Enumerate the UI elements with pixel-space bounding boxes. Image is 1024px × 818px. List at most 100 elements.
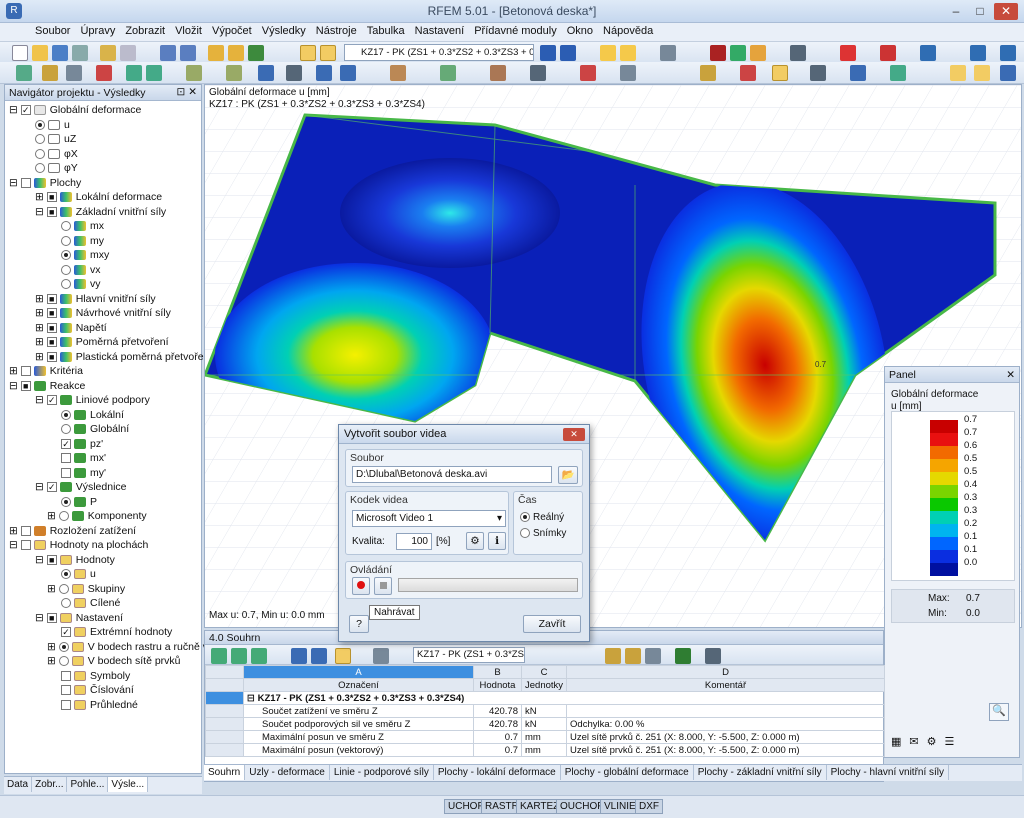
- tree-hodnoty-na-plochach[interactable]: ⊟ Hodnoty na plochách: [9, 538, 148, 553]
- window-icon[interactable]: [970, 45, 986, 61]
- tree-my-react[interactable]: my': [61, 466, 106, 481]
- tree-v-bodech-site[interactable]: ⊞ V bodech sítě prvků: [47, 654, 181, 669]
- tab-linie-podporove-sily[interactable]: Linie - podporové síly: [330, 765, 434, 780]
- show-values-icon[interactable]: [620, 45, 636, 61]
- next-icon[interactable]: [560, 45, 576, 61]
- tree-v-bodech-rastru[interactable]: ⊞ V bodech rastru a ručně vy: [47, 640, 213, 655]
- tree-symboly[interactable]: Symboly: [61, 669, 130, 684]
- point-icon[interactable]: [66, 65, 82, 81]
- tree-p[interactable]: P: [61, 495, 97, 510]
- radio-realny[interactable]: Reálný: [520, 512, 564, 523]
- new-icon[interactable]: [12, 45, 28, 61]
- support-icon[interactable]: [730, 45, 746, 61]
- menu-nastaveni[interactable]: Nastavení: [410, 23, 470, 39]
- tree-skupiny[interactable]: ⊞ Skupiny: [47, 582, 125, 597]
- tab-plochy-lokalni[interactable]: Plochy - lokální deformace: [434, 765, 561, 780]
- grid-icon[interactable]: [710, 45, 726, 61]
- dimension-icon[interactable]: [96, 65, 112, 81]
- table-first-icon[interactable]: [231, 648, 247, 664]
- menu-vysledky[interactable]: Výsledky: [257, 23, 311, 39]
- close-button[interactable]: Zavřít: [523, 615, 581, 633]
- save-icon[interactable]: [52, 45, 68, 61]
- tree-hlavni-vnitrni-sily[interactable]: ⊞ ■ Hlavní vnitřní síly: [35, 292, 156, 307]
- tree-plasticka-pretvoreni[interactable]: ⊞ ■ Plastická poměrná přetvoření: [35, 350, 212, 365]
- stop-button[interactable]: [374, 577, 392, 595]
- codec-select[interactable]: Microsoft Video 1 ▾: [352, 510, 506, 527]
- tree-pruhledne[interactable]: Průhledné: [61, 698, 138, 713]
- close-icon[interactable]: ✕: [994, 3, 1018, 20]
- tree-napeti[interactable]: ⊞ ■ Napětí: [35, 321, 107, 336]
- group-row[interactable]: ⊟ KZ17 - PK (ZS1 + 0.3*ZS2 + 0.3*ZS3 + 0…: [243, 691, 885, 705]
- tree-u[interactable]: u: [35, 118, 70, 133]
- radio-snimky[interactable]: Snímky: [520, 528, 566, 539]
- error-icon[interactable]: [580, 65, 596, 81]
- panel-close-icon[interactable]: ✕: [1006, 369, 1015, 381]
- record-button[interactable]: [352, 577, 370, 595]
- tree-globalni[interactable]: Globální: [61, 422, 129, 437]
- pin-icon[interactable]: ⊡ ✕: [176, 86, 197, 98]
- print-icon[interactable]: [72, 45, 88, 61]
- col-d[interactable]: D: [566, 665, 885, 679]
- rotate-icon[interactable]: [316, 65, 332, 81]
- cut-icon[interactable]: [100, 45, 116, 61]
- table-select-icon[interactable]: [605, 648, 621, 664]
- delete-icon[interactable]: [840, 45, 856, 61]
- menu-tabulka[interactable]: Tabulka: [362, 23, 410, 39]
- tree-reakce[interactable]: ⊟ ■ Reakce: [9, 379, 85, 394]
- layout-icon[interactable]: [1000, 65, 1016, 81]
- col-c[interactable]: C: [520, 665, 568, 679]
- results-icon[interactable]: [228, 45, 244, 61]
- loadcase-select[interactable]: KZ17 - PK (ZS1 + 0.3*ZS2 + 0.3*ZS3 + 0.: [344, 44, 534, 61]
- quality-input[interactable]: 100: [396, 533, 432, 550]
- results-loadcase-select[interactable]: KZ17 - PK (ZS1 + 0.3*ZS ▾: [413, 647, 525, 663]
- surface-icon[interactable]: [258, 65, 274, 81]
- help-icon[interactable]: ?: [349, 615, 369, 633]
- copy-move-icon[interactable]: [226, 65, 242, 81]
- tab-vysledky[interactable]: Výsle...: [108, 777, 149, 792]
- panel-zoom-icon[interactable]: 🔍: [989, 703, 1009, 721]
- tab-plochy-hlavni[interactable]: Plochy - hlavní vnitřní síly: [827, 765, 950, 780]
- table-cols-icon[interactable]: [373, 648, 389, 664]
- info-icon[interactable]: ℹ: [488, 532, 506, 550]
- tree-plochy[interactable]: ⊟ Plochy: [9, 176, 81, 191]
- tab-plochy-globalni[interactable]: Plochy - globální deformace: [561, 765, 694, 780]
- table-view-icon[interactable]: [645, 648, 661, 664]
- tree-kriteria[interactable]: ⊞ Kritéria: [9, 364, 83, 379]
- tree-phiy[interactable]: φY: [35, 161, 78, 176]
- node-icon[interactable]: [790, 45, 806, 61]
- table-print-icon[interactable]: [705, 648, 721, 664]
- lock-icon[interactable]: [950, 65, 966, 81]
- col-a[interactable]: A: [243, 665, 474, 679]
- tab-zobrazeni[interactable]: Zobr...: [32, 777, 68, 792]
- show-results-icon[interactable]: [600, 45, 616, 61]
- tab-plochy-zakladni[interactable]: Plochy - základní vnitřní síly: [694, 765, 827, 780]
- filter-icon[interactable]: [440, 65, 456, 81]
- check-icon[interactable]: [248, 45, 264, 61]
- measure-icon[interactable]: [530, 65, 546, 81]
- copy-icon[interactable]: [120, 45, 136, 61]
- block-icon[interactable]: [620, 65, 636, 81]
- settings-icon[interactable]: [974, 65, 990, 81]
- col-b[interactable]: B: [473, 665, 522, 679]
- codec-settings-icon[interactable]: ⚙: [466, 532, 484, 550]
- fullscreen-icon[interactable]: [1000, 45, 1016, 61]
- tree-mx[interactable]: mx: [61, 219, 104, 234]
- tree-navrhove-vnitrni-sily[interactable]: ⊞ ■ Návrhové vnitřní síly: [35, 306, 171, 321]
- table-icon[interactable]: [490, 65, 506, 81]
- tree-nastaveni[interactable]: ⊟ ■ Nastavení: [35, 611, 123, 626]
- tree-globalni-deformace[interactable]: ⊟ ✓ Globální deformace: [9, 103, 141, 118]
- view-toggle-icon[interactable]: [300, 45, 316, 61]
- table-next-icon[interactable]: [311, 648, 327, 664]
- tab-data[interactable]: Data: [4, 777, 33, 792]
- axes-icon[interactable]: [890, 65, 906, 81]
- menu-nastroje[interactable]: Nástroje: [311, 23, 362, 39]
- excel-icon[interactable]: [675, 648, 691, 664]
- menu-soubor[interactable]: Soubor: [30, 23, 75, 39]
- tree-hodnoty[interactable]: ⊟ ■ Hodnoty: [35, 553, 115, 568]
- tab-souhrn[interactable]: Souhrn: [204, 765, 246, 780]
- tree-zakladni-vnitrni-sily[interactable]: ⊟ ■ Základní vnitřní síly: [35, 205, 166, 220]
- open-icon[interactable]: [32, 45, 48, 61]
- panel-toggle-icon[interactable]: [320, 45, 336, 61]
- numbering-icon[interactable]: [810, 65, 826, 81]
- calc-icon[interactable]: [208, 45, 224, 61]
